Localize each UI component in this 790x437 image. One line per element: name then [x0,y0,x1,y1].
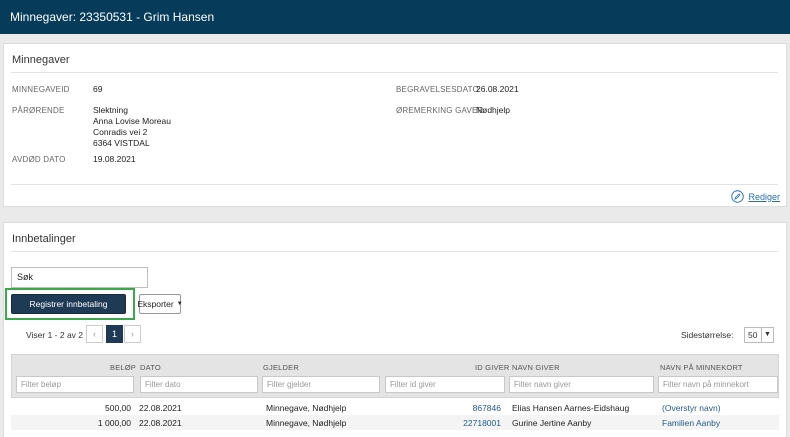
cell-concerns: Minnegave, Nødhjelp [266,403,347,413]
table-header: BELØP DATO GJELDER ID GIVER NAVN GIVER N… [11,354,779,398]
divider [11,184,778,185]
earmark-value: Nødhjelp [476,105,511,115]
relative-type: Slektning [93,105,128,115]
earmark-label: ØREMERKING GAVER [396,106,484,115]
filter-date-input[interactable]: Filter dato [140,376,258,393]
pager-page-1[interactable]: 1 [106,325,123,343]
relative-street: Conradis vei 2 [93,127,148,137]
edit-button[interactable]: Rediger [731,190,780,203]
column-header-card-name[interactable]: NAVN PÅ MINNEKORT [660,363,743,372]
page-size-select[interactable]: 50 ▼ [744,327,774,343]
page-size-label: Sidestørrelse: [681,330,734,340]
cell-card-name-link[interactable]: (Overstyr navn) [662,403,721,413]
column-header-date[interactable]: DATO [140,363,161,372]
cell-card-name-link[interactable]: Familien Aanby [662,418,720,428]
filter-amount-input[interactable]: Filter beløp [16,376,134,393]
caret-down-icon: ▼ [176,301,183,307]
cell-giver-id-link[interactable]: 22718001 [463,418,501,428]
payments-panel-title: Innbetalinger [12,233,76,245]
pager-next[interactable]: › [124,325,141,343]
table-row[interactable]: 500,00 22.08.2021 Minnegave, Nødhjelp 86… [11,400,779,415]
cell-giver-name: Gurine Jertine Aanby [512,418,592,428]
divider [11,251,778,252]
relative-label: PÅRØRENDE [12,106,65,115]
filter-giver-id-input[interactable]: Filter id giver [385,376,505,393]
filter-giver-name-input[interactable]: Filter navn giver [509,376,654,393]
cell-date: 22.08.2021 [139,418,182,428]
cell-amount: 1 000,00 [97,418,131,428]
filter-concerns-input[interactable]: Filter gjelder [262,376,380,393]
relative-postal: 6364 VISTDAL [93,138,150,148]
burial-date-label: BEGRAVELSESDATO [396,85,480,94]
column-header-giver-name[interactable]: NAVN GIVER [512,363,560,372]
memorial-gift-details-panel: Minnegaver MINNEGAVEID 69 PÅRØRENDE Slek… [3,43,787,207]
export-dropdown-button[interactable]: Eksporter ▼ [137,294,183,314]
memorial-id-label: MINNEGAVEID [12,85,70,94]
filter-card-name-input[interactable]: Filter navn på minnekort [658,376,778,393]
relative-value: Slektning Anna Lovise Moreau Conradis ve… [93,105,171,149]
column-header-amount[interactable]: BELØP [110,363,136,372]
cell-date: 22.08.2021 [139,403,182,413]
column-header-concerns[interactable]: GJELDER [263,363,299,372]
cell-amount: 500,00 [105,403,131,413]
cell-giver-id-link[interactable]: 867846 [473,403,501,413]
death-date-value: 19.08.2021 [93,154,136,164]
table-row[interactable]: 1 000,00 22.08.2021 Minnegave, Nødhjelp … [11,415,779,430]
pager-summary: Viser 1 - 2 av 2 [26,330,84,340]
register-payment-button[interactable]: Registrer innbetaling [11,294,126,314]
memorial-id-value: 69 [93,84,103,94]
burial-date-value: 26.08.2021 [476,84,519,94]
cell-concerns: Minnegave, Nødhjelp [266,418,347,428]
page-header: Minnegaver: 23350531 - Grim Hansen [0,0,790,34]
export-label: Eksporter [137,299,174,309]
edit-label: Rediger [748,191,780,202]
death-date-label: AVDØD DATO [12,155,66,164]
divider [11,72,778,73]
details-panel-title: Minnegaver [12,54,70,66]
column-header-giver-id[interactable]: ID GIVER [475,363,510,372]
chevron-down-icon: ▼ [761,328,773,342]
pencil-icon [731,190,745,203]
pager-prev[interactable]: ‹ [86,325,103,343]
payments-panel: Innbetalinger Søk Registrer innbetaling … [3,222,787,437]
page-size-value: 50 [748,330,758,340]
cell-giver-name: Elias Hansen Aarnes-Eidshaug [512,403,630,413]
page-title: Minnegaver: 23350531 - Grim Hansen [10,10,215,24]
relative-name: Anna Lovise Moreau [93,116,171,126]
search-input[interactable]: Søk [11,267,148,288]
